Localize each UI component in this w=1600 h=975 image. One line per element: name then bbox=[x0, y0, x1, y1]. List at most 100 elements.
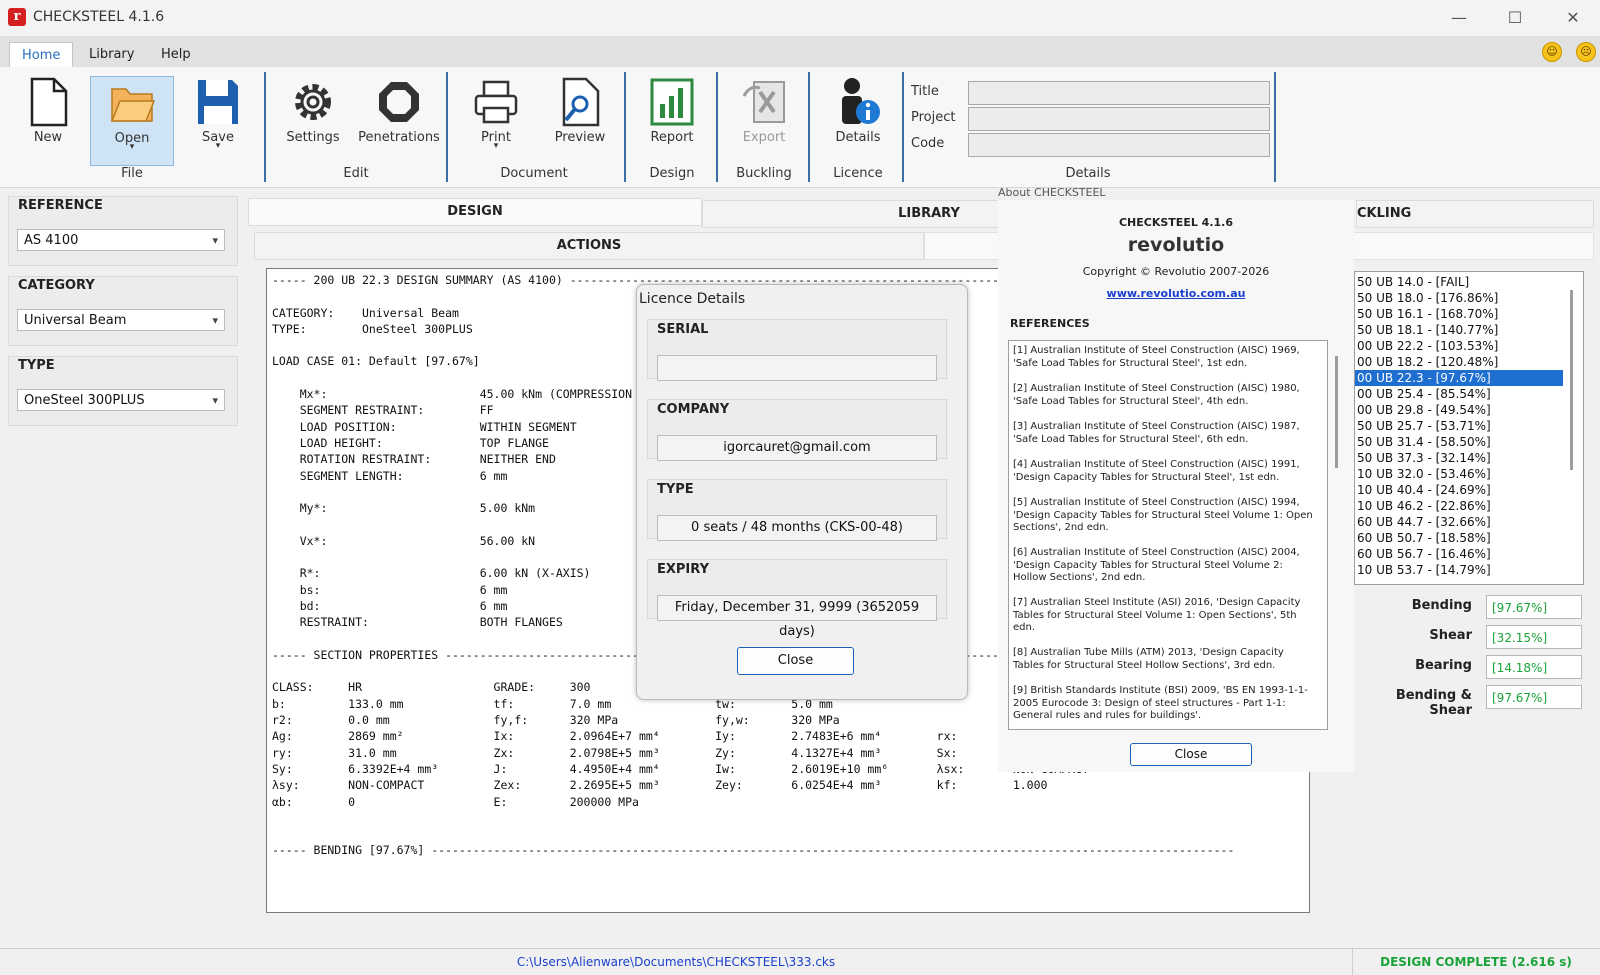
details-button[interactable]: Details bbox=[822, 76, 894, 146]
type-value: OneSteel 300PLUS bbox=[24, 393, 145, 408]
reference-item: [3] Australian Institute of Steel Constr… bbox=[1013, 421, 1300, 445]
new-button[interactable]: New bbox=[12, 76, 84, 146]
references-scrollbar[interactable] bbox=[1335, 356, 1338, 468]
section-result-item[interactable]: 00 UB 22.2 - [103.53%] bbox=[1355, 338, 1563, 354]
reference-item: [9] British Standards Institute (BSI) 20… bbox=[1013, 685, 1308, 721]
open-button[interactable]: Open ▾ bbox=[90, 76, 174, 166]
title-bar: r CHECKSTEEL 4.1.6 — ☐ ✕ bbox=[0, 0, 1600, 36]
category-label: CATEGORY bbox=[18, 278, 95, 293]
serial-field[interactable] bbox=[657, 355, 937, 381]
ribbon-separator bbox=[808, 72, 810, 182]
gear-icon bbox=[295, 84, 331, 120]
chevron-down-icon: ▾ bbox=[212, 394, 218, 407]
section-result-item[interactable]: 00 UB 22.3 - [97.67%] bbox=[1355, 370, 1563, 386]
company-label: COMPANY bbox=[657, 402, 730, 417]
company-field[interactable]: igorcauret@gmail.com bbox=[657, 435, 937, 461]
shear-label: Shear bbox=[1429, 628, 1472, 643]
penetrations-label: Penetrations bbox=[358, 130, 440, 145]
licence-type-field[interactable]: 0 seats / 48 months (CKS-00-48) bbox=[657, 515, 937, 541]
section-result-item[interactable]: 50 UB 18.0 - [176.86%] bbox=[1355, 290, 1563, 306]
about-url-link[interactable]: www.revolutio.com.au bbox=[998, 287, 1354, 300]
penetrations-button[interactable]: Penetrations bbox=[356, 76, 442, 146]
tab-design[interactable]: DESIGN bbox=[248, 198, 702, 226]
tab-buckling[interactable]: CKLING bbox=[1356, 200, 1594, 228]
section-result-item[interactable]: 10 UB 32.0 - [53.46%] bbox=[1355, 466, 1563, 482]
report-chart-icon bbox=[650, 78, 694, 126]
actions-header[interactable]: ACTIONS bbox=[254, 232, 924, 260]
chevron-down-icon: ▾ bbox=[212, 314, 218, 327]
user-info-icon bbox=[842, 78, 880, 124]
save-disk-icon bbox=[198, 80, 238, 124]
menu-bar: Home Library Help ☺ ☹ bbox=[0, 36, 1600, 68]
preview-button[interactable]: Preview bbox=[544, 76, 616, 146]
ribbon-separator bbox=[1274, 72, 1276, 182]
expiry-field[interactable]: Friday, December 31, 9999 (3652059 days) bbox=[657, 595, 937, 639]
about-copyright: Copyright © Revolutio 2007-2026 bbox=[1082, 265, 1270, 278]
report-button[interactable]: Report bbox=[636, 76, 708, 146]
section-result-item[interactable]: 60 UB 50.7 - [18.58%] bbox=[1355, 530, 1563, 546]
category-select[interactable]: Universal Beam ▾ bbox=[17, 309, 225, 331]
licence-type-label: TYPE bbox=[657, 482, 694, 497]
reference-select[interactable]: AS 4100 ▾ bbox=[17, 229, 225, 251]
section-result-item[interactable]: 00 UB 18.2 - [120.48%] bbox=[1355, 354, 1563, 370]
status-bar: C:\Users\Alienware\Documents\CHECKSTEEL\… bbox=[0, 948, 1600, 975]
group-buckling-label: Buckling bbox=[736, 166, 792, 181]
tab-help[interactable]: Help bbox=[149, 42, 203, 67]
licence-dialog: Licence Details SERIAL COMPANY igorcaure… bbox=[636, 284, 968, 700]
section-result-item[interactable]: 60 UB 56.7 - [16.46%] bbox=[1355, 546, 1563, 562]
section-result-item[interactable]: 50 UB 25.7 - [53.71%] bbox=[1355, 418, 1563, 434]
title-field[interactable] bbox=[968, 81, 1270, 105]
section-result-item[interactable]: 10 UB 40.4 - [24.69%] bbox=[1355, 482, 1563, 498]
reference-item: [1] Australian Institute of Steel Constr… bbox=[1013, 345, 1300, 369]
section-result-item[interactable]: 50 UB 31.4 - [58.50%] bbox=[1355, 434, 1563, 450]
section-result-item[interactable]: 00 UB 29.8 - [49.54%] bbox=[1355, 402, 1563, 418]
licence-close-button[interactable]: Close bbox=[737, 647, 854, 675]
bending-shear-label: Bending & Shear bbox=[1395, 688, 1472, 718]
code-field[interactable] bbox=[968, 133, 1270, 157]
settings-label: Settings bbox=[286, 130, 340, 145]
references-label: REFERENCES bbox=[1010, 317, 1090, 330]
project-field[interactable] bbox=[968, 107, 1270, 131]
export-button[interactable]: Export bbox=[728, 76, 800, 146]
open-dropdown-icon: ▾ bbox=[129, 142, 135, 152]
results-scrollbar[interactable] bbox=[1570, 290, 1573, 470]
bearing-value: [14.18%] bbox=[1486, 655, 1582, 679]
shear-value: [32.15%] bbox=[1486, 625, 1582, 649]
reference-label: REFERENCE bbox=[18, 198, 103, 213]
penetration-hole-icon bbox=[379, 82, 419, 122]
section-result-item[interactable]: 60 UB 44.7 - [32.66%] bbox=[1355, 514, 1563, 530]
about-close-button[interactable]: Close bbox=[1130, 743, 1252, 766]
section-result-item[interactable]: 10 UB 46.2 - [22.86%] bbox=[1355, 498, 1563, 514]
save-button[interactable]: Save ▾ bbox=[182, 76, 254, 151]
print-button[interactable]: Print ▾ bbox=[460, 76, 532, 151]
section-result-item[interactable]: 50 UB 14.0 - [FAIL] bbox=[1355, 274, 1563, 290]
reference-item: [7] Australian Steel Institute (ASI) 201… bbox=[1013, 597, 1301, 633]
minimize-button[interactable]: — bbox=[1436, 0, 1482, 36]
section-result-item[interactable]: 50 UB 37.3 - [32.14%] bbox=[1355, 450, 1563, 466]
tab-home[interactable]: Home bbox=[9, 42, 74, 68]
group-design-label: Design bbox=[649, 166, 695, 181]
expiry-label: EXPIRY bbox=[657, 562, 709, 577]
ribbon-separator bbox=[264, 72, 266, 182]
sad-face-icon[interactable]: ☹ bbox=[1576, 42, 1596, 62]
bearing-label: Bearing bbox=[1415, 658, 1472, 673]
section-result-item[interactable]: 00 UB 25.4 - [85.54%] bbox=[1355, 386, 1563, 402]
type-select[interactable]: OneSteel 300PLUS ▾ bbox=[17, 389, 225, 411]
reference-item: [4] Australian Institute of Steel Constr… bbox=[1013, 459, 1300, 483]
app-logo-icon: r bbox=[8, 8, 26, 26]
category-value: Universal Beam bbox=[24, 313, 127, 328]
ribbon-separator bbox=[446, 72, 448, 182]
section-result-item[interactable]: 50 UB 18.1 - [140.77%] bbox=[1355, 322, 1563, 338]
close-window-button[interactable]: ✕ bbox=[1550, 0, 1596, 36]
section-result-item[interactable]: 10 UB 53.7 - [14.79%] bbox=[1355, 562, 1563, 578]
settings-button[interactable]: Settings bbox=[277, 76, 349, 146]
section-result-item[interactable]: 50 UB 16.1 - [168.70%] bbox=[1355, 306, 1563, 322]
bending-label: Bending bbox=[1411, 598, 1472, 613]
references-list[interactable]: [1] Australian Institute of Steel Constr… bbox=[1008, 340, 1328, 730]
tab-library[interactable]: Library bbox=[77, 42, 146, 67]
project-field-label: Project bbox=[911, 110, 956, 125]
section-results-list[interactable]: 50 UB 14.0 - [FAIL] 50 UB 18.0 - [176.86%… bbox=[1354, 271, 1584, 585]
new-label: New bbox=[33, 130, 63, 145]
happy-face-icon[interactable]: ☺ bbox=[1542, 42, 1562, 62]
maximize-button[interactable]: ☐ bbox=[1492, 0, 1538, 36]
